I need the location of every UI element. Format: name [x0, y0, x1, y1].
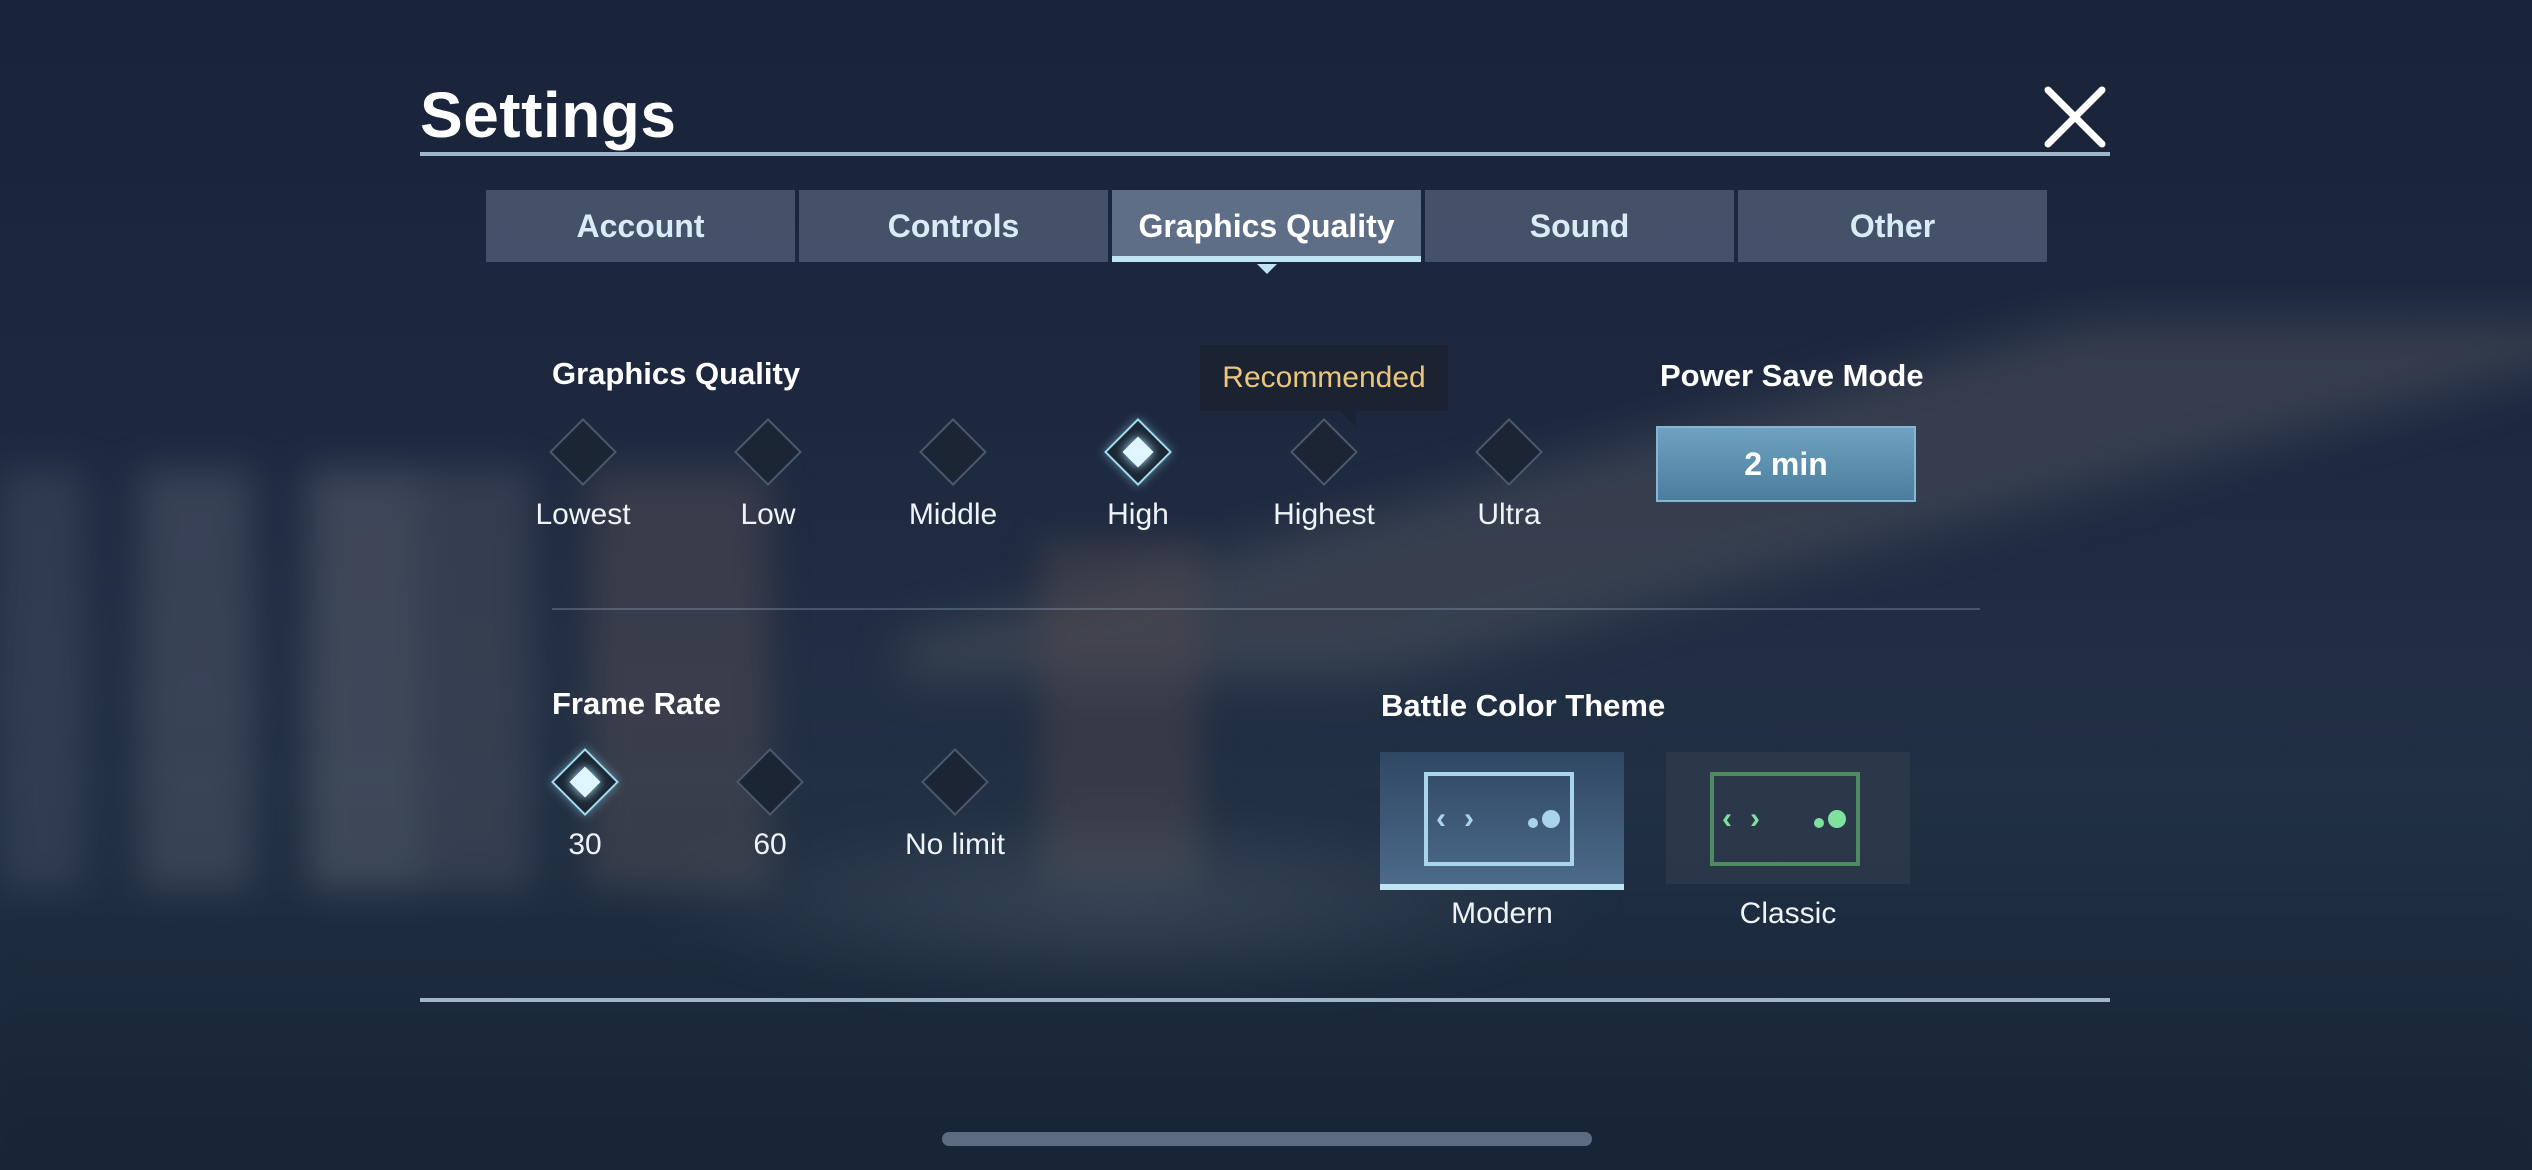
theme-label-classic: Classic [1739, 897, 1837, 930]
option-label: Highest [1273, 498, 1375, 531]
frame-rate-option-no-limit[interactable]: No limit [855, 748, 1055, 862]
diamond-radio-selected-icon [1104, 418, 1172, 486]
footer-divider [420, 998, 2110, 1002]
diamond-radio-icon [1475, 418, 1543, 486]
power-save-mode-button[interactable]: 2 min [1656, 426, 1916, 502]
diamond-radio-icon [1290, 418, 1358, 486]
tab-account[interactable]: Account [486, 190, 795, 262]
chevron-left-icon: ‹ [1436, 802, 1446, 835]
graphics-option-low[interactable]: Low [668, 418, 868, 532]
dot-icon [1542, 810, 1560, 828]
header-divider [420, 152, 2110, 156]
power-save-value: 2 min [1744, 445, 1828, 482]
diamond-radio-icon [734, 418, 802, 486]
dot-icon [1814, 818, 1824, 828]
chevron-left-icon: ‹ [1722, 802, 1732, 835]
chevron-right-icon: › [1750, 802, 1760, 835]
settings-tabs: Account Controls Graphics Quality Sound … [486, 190, 2047, 274]
diamond-radio-icon [919, 418, 987, 486]
tab-graphics-quality[interactable]: Graphics Quality [1112, 190, 1421, 274]
graphics-option-ultra[interactable]: Ultra [1409, 418, 1609, 532]
tab-label: Account [576, 207, 705, 244]
tab-sound[interactable]: Sound [1425, 190, 1734, 262]
dot-icon [1828, 810, 1846, 828]
home-indicator[interactable] [942, 1132, 1592, 1146]
chevron-right-icon: › [1464, 802, 1474, 835]
frame-rate-option-60[interactable]: 60 [670, 748, 870, 862]
graphics-option-middle[interactable]: Middle [853, 418, 1053, 532]
option-label: Middle [908, 498, 998, 531]
active-tab-pointer [1256, 264, 1277, 274]
graphics-option-lowest[interactable]: Lowest [483, 418, 683, 532]
frame-rate-label: Frame Rate [552, 686, 721, 721]
tooltip-tail [1340, 411, 1356, 427]
close-x-icon [2044, 86, 2106, 148]
section-divider [552, 608, 1980, 610]
power-save-mode-label: Power Save Mode [1660, 358, 1924, 393]
frame-rate-option-30[interactable]: 30 [485, 748, 685, 862]
option-label: Lowest [535, 498, 631, 531]
option-label: 60 [753, 828, 787, 861]
theme-option-classic[interactable]: ‹ › [1666, 752, 1910, 884]
recommended-tooltip: Recommended [1200, 345, 1448, 427]
tab-controls[interactable]: Controls [799, 190, 1108, 262]
graphics-option-highest[interactable]: Highest [1224, 418, 1424, 532]
graphics-quality-label: Graphics Quality [552, 356, 801, 391]
diamond-radio-icon [921, 748, 989, 816]
tab-label: Controls [887, 207, 1020, 244]
diamond-radio-icon [736, 748, 804, 816]
tab-label: Other [1849, 207, 1936, 244]
page-title: Settings [420, 79, 677, 151]
diamond-radio-icon [549, 418, 617, 486]
close-button[interactable] [2040, 82, 2110, 152]
dot-icon [1528, 818, 1538, 828]
option-label: 30 [568, 828, 602, 861]
option-label: High [1107, 498, 1169, 531]
theme-preview-frame: ‹ › [1710, 772, 1860, 866]
tab-label: Graphics Quality [1138, 207, 1395, 244]
tooltip-text: Recommended [1222, 361, 1426, 394]
tab-other[interactable]: Other [1738, 190, 2047, 262]
blurred-background [0, 0, 2532, 1170]
theme-label-modern: Modern [1451, 897, 1553, 930]
graphics-option-high[interactable]: High [1038, 418, 1238, 532]
tab-label: Sound [1529, 207, 1630, 244]
theme-preview-frame: ‹ › [1424, 772, 1574, 866]
diamond-radio-selected-icon [551, 748, 619, 816]
theme-option-modern[interactable]: ‹ › [1380, 752, 1624, 890]
option-label: Ultra [1477, 498, 1541, 531]
battle-color-theme-label: Battle Color Theme [1381, 688, 1666, 723]
option-label: No limit [904, 828, 1005, 861]
option-label: Low [740, 498, 796, 531]
